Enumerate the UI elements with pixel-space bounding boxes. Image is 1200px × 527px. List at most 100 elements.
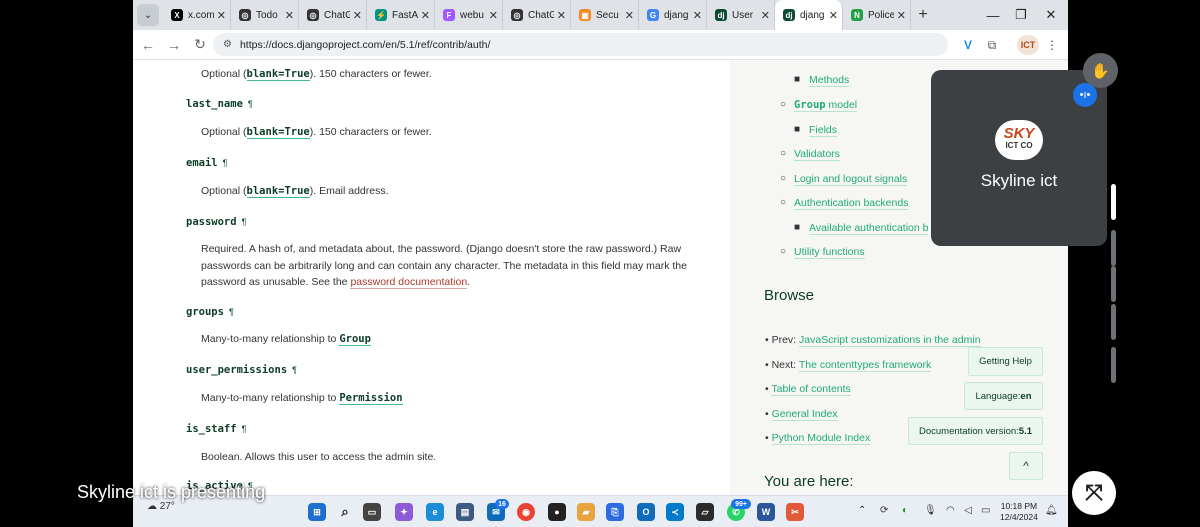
extensions-puzzle-icon[interactable]: ⧉ bbox=[982, 35, 1002, 55]
side-panel-indicator[interactable] bbox=[1111, 347, 1116, 383]
back-arrow-icon[interactable]: ← bbox=[135, 37, 161, 53]
side-panel-indicator[interactable] bbox=[1111, 266, 1116, 302]
side-panel-indicator[interactable] bbox=[1111, 230, 1116, 266]
group-code-link[interactable]: Group bbox=[339, 333, 371, 346]
extension-v-icon[interactable]: V bbox=[958, 35, 978, 55]
permalink-icon[interactable]: ¶ bbox=[248, 99, 253, 109]
table-of-contents-link[interactable]: Table of contents bbox=[771, 383, 851, 396]
tab-close-icon[interactable]: ✕ bbox=[217, 9, 226, 22]
bullet: ■ bbox=[794, 74, 801, 85]
edge-icon[interactable]: e bbox=[426, 503, 444, 521]
blank-true-code[interactable]: blank=True bbox=[246, 126, 310, 139]
blank-true-code[interactable]: blank=True bbox=[246, 68, 310, 81]
search-icon[interactable]: ⌕ bbox=[336, 503, 354, 521]
permalink-icon[interactable]: ¶ bbox=[242, 217, 247, 227]
getting-help-button[interactable]: Getting Help bbox=[968, 347, 1043, 376]
notifications-bell-icon[interactable]: 🔔︎ bbox=[1045, 505, 1058, 516]
tab-label: ChatG bbox=[324, 9, 350, 21]
store-icon[interactable]: ▤ bbox=[456, 503, 474, 521]
tab-close-icon[interactable]: ✕ bbox=[353, 9, 362, 22]
volume-icon[interactable]: ◁ bbox=[964, 505, 972, 516]
tray-sync-icon[interactable]: ⟳ bbox=[880, 505, 888, 516]
language-button[interactable]: Language: en bbox=[964, 382, 1043, 410]
toc-validators-link[interactable]: Validators bbox=[794, 148, 840, 161]
browser-tab[interactable]: ◎ ChatG✕ bbox=[299, 0, 367, 30]
browser-tab[interactable]: ▣ Secu ✕ bbox=[571, 0, 639, 30]
documentation-version-button[interactable]: Documentation version: 5.1 bbox=[908, 417, 1043, 445]
permission-code-link[interactable]: Permission bbox=[339, 392, 403, 405]
raised-hand-off-icon[interactable]: ✋ bbox=[1083, 53, 1118, 88]
tab-close-icon[interactable]: ✕ bbox=[285, 9, 294, 22]
snipping-tool-icon[interactable]: ✂ bbox=[786, 503, 804, 521]
back-to-top-button[interactable]: ^ bbox=[1009, 452, 1043, 480]
permalink-icon[interactable]: ¶ bbox=[242, 424, 247, 434]
permalink-icon[interactable]: ¶ bbox=[292, 365, 297, 375]
reload-icon[interactable]: ↻ bbox=[187, 36, 213, 53]
permalink-icon[interactable]: ¶ bbox=[229, 307, 234, 317]
browser-tab[interactable]: dj djang ✕ bbox=[775, 0, 843, 30]
side-panel-indicator[interactable] bbox=[1111, 304, 1116, 340]
browser-tab[interactable]: N Police ✕ bbox=[843, 0, 911, 30]
tray-security-icon[interactable]: ◐ bbox=[902, 505, 908, 516]
toc-methods-link[interactable]: Methods bbox=[809, 74, 850, 87]
address-bar[interactable]: ⚙ https://docs.djangoproject.com/en/5.1/… bbox=[213, 33, 948, 56]
chrome-icon[interactable]: ◉ bbox=[517, 503, 535, 521]
toc-auth-backends-link[interactable]: Authentication backends bbox=[794, 197, 909, 210]
bullet: ○ bbox=[780, 148, 787, 159]
task-view-icon[interactable]: ▭ bbox=[363, 503, 381, 521]
tab-search-chevron-icon[interactable]: ⌄ bbox=[137, 4, 159, 26]
fullscreen-toggle-icon[interactable]: ⤧ bbox=[1072, 471, 1116, 515]
show-hidden-icons-chevron-icon[interactable]: ⌃ bbox=[858, 505, 866, 516]
password-documentation-link[interactable]: password documentation bbox=[350, 276, 468, 289]
remote-desktop-icon[interactable]: ⎘ bbox=[606, 503, 624, 521]
presenter-tile[interactable]: •ı• SKY ICT CO Skyline ict bbox=[931, 70, 1107, 246]
toc-group-model-link[interactable]: Group model bbox=[794, 99, 858, 112]
wifi-icon[interactable]: ◠ bbox=[946, 505, 955, 516]
browser-tab[interactable]: Xx.com ✕ bbox=[163, 0, 231, 30]
tab-close-icon[interactable]: ✕ bbox=[693, 9, 702, 22]
toc-available-backends-link[interactable]: Available authentication b bbox=[809, 222, 929, 235]
browser-tab[interactable]: ⚡ FastA ✕ bbox=[367, 0, 435, 30]
restore-icon[interactable]: ❐ bbox=[1005, 0, 1037, 30]
tab-close-icon[interactable]: ✕ bbox=[761, 9, 770, 22]
tab-close-icon[interactable]: ✕ bbox=[557, 9, 566, 22]
start-windows-icon[interactable]: ⊞ bbox=[308, 503, 326, 521]
kebab-menu-icon[interactable]: ⋮ bbox=[1042, 35, 1062, 55]
close-window-icon[interactable]: ✕ bbox=[1035, 0, 1067, 30]
site-info-icon[interactable]: ⚙ bbox=[223, 39, 232, 50]
vscode-icon[interactable]: ≺ bbox=[666, 503, 684, 521]
python-module-index-link[interactable]: Python Module Index bbox=[771, 432, 871, 445]
tab-close-icon[interactable]: ✕ bbox=[829, 9, 838, 22]
profile-avatar[interactable]: ICT bbox=[1017, 35, 1039, 55]
forward-arrow-icon[interactable]: → bbox=[161, 37, 187, 53]
file-explorer-icon[interactable]: ▰ bbox=[577, 503, 595, 521]
browser-tab[interactable]: Fwebu ✕ bbox=[435, 0, 503, 30]
browser-tab[interactable]: ◎ Todo ✕ bbox=[231, 0, 299, 30]
browser-tab[interactable]: Gdjang ✕ bbox=[639, 0, 707, 30]
browser-tab[interactable]: dj User ✕ bbox=[707, 0, 775, 30]
toc-fields-link[interactable]: Fields bbox=[809, 124, 838, 137]
microphone-icon[interactable]: 🎙 bbox=[924, 505, 937, 516]
system-clock[interactable]: 10:18 PM 12/4/2024 bbox=[1000, 501, 1038, 523]
permalink-icon[interactable]: ¶ bbox=[223, 158, 228, 168]
new-tab-plus-icon[interactable]: + bbox=[911, 6, 935, 24]
copilot-icon[interactable]: ✦ bbox=[395, 503, 413, 521]
toc-login-logout-link[interactable]: Login and logout signals bbox=[794, 173, 908, 186]
battery-icon[interactable]: ▭ bbox=[981, 505, 990, 516]
browser-tab[interactable]: ◎ ChatG✕ bbox=[503, 0, 571, 30]
prev-page-link[interactable]: JavaScript customizations in the admin bbox=[799, 334, 981, 347]
tab-close-icon[interactable]: ✕ bbox=[897, 9, 906, 22]
tab-close-icon[interactable]: ✕ bbox=[625, 9, 634, 22]
word-icon[interactable]: W bbox=[757, 503, 775, 521]
outlook-icon[interactable]: O bbox=[637, 503, 655, 521]
side-panel-scroll-indicator[interactable] bbox=[1111, 184, 1116, 220]
tab-close-icon[interactable]: ✕ bbox=[489, 9, 498, 22]
blank-true-code[interactable]: blank=True bbox=[246, 185, 310, 198]
general-index-link[interactable]: General Index bbox=[771, 408, 838, 421]
tab-label: Police bbox=[868, 9, 894, 21]
next-page-link[interactable]: The contenttypes framework bbox=[798, 359, 932, 372]
toc-utility-functions-link[interactable]: Utility functions bbox=[794, 246, 865, 259]
recorder-icon[interactable]: ● bbox=[548, 503, 566, 521]
tab-close-icon[interactable]: ✕ bbox=[421, 9, 430, 22]
sticky-notes-icon[interactable]: ▱ bbox=[696, 503, 714, 521]
